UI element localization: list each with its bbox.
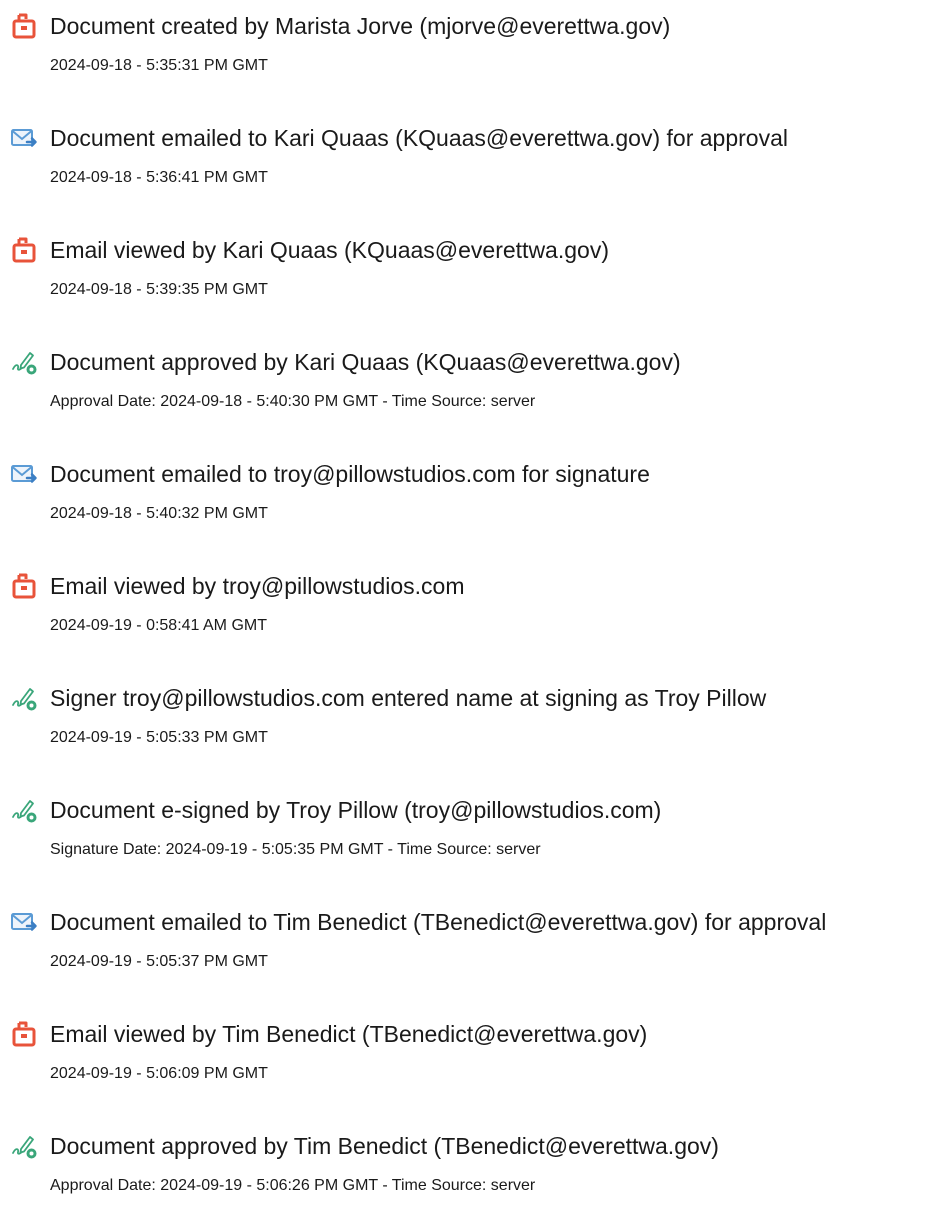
history-event: Document approved by Tim Benedict (TBene… (0, 1120, 951, 1200)
history-event: Document emailed to Kari Quaas (KQuaas@e… (0, 112, 951, 192)
history-event: Document created by Marista Jorve (mjorv… (0, 0, 951, 80)
history-event: Signer troy@pillowstudios.com entered na… (0, 672, 951, 752)
signature-pen-icon (10, 684, 38, 712)
signature-pen-icon (10, 1132, 38, 1160)
event-timestamp: 2024-09-19 - 5:06:09 PM GMT (50, 1065, 268, 1082)
history-event: Document emailed to Tim Benedict (TBened… (0, 896, 951, 976)
document-viewed-icon (10, 572, 38, 600)
email-sent-icon (10, 124, 38, 152)
document-created-icon (10, 12, 38, 40)
history-event: Document e-signed by Troy Pillow (troy@p… (0, 784, 951, 864)
event-timestamp: 2024-09-18 - 5:35:31 PM GMT (50, 57, 268, 74)
event-title: Document created by Marista Jorve (mjorv… (50, 13, 671, 39)
event-title: Document approved by Tim Benedict (TBene… (50, 1133, 719, 1159)
history-event: Email viewed by Tim Benedict (TBenedict@… (0, 1008, 951, 1088)
event-timestamp: 2024-09-19 - 5:05:33 PM GMT (50, 729, 268, 746)
event-title: Document emailed to Kari Quaas (KQuaas@e… (50, 125, 788, 151)
event-timestamp: 2024-09-18 - 5:36:41 PM GMT (50, 169, 268, 186)
event-timestamp: 2024-09-18 - 5:39:35 PM GMT (50, 281, 268, 298)
document-viewed-icon (10, 1020, 38, 1048)
event-title: Document approved by Kari Quaas (KQuaas@… (50, 349, 681, 375)
event-title: Email viewed by Tim Benedict (TBenedict@… (50, 1021, 648, 1047)
event-title: Signer troy@pillowstudios.com entered na… (50, 685, 767, 711)
event-timestamp: 2024-09-18 - 5:40:32 PM GMT (50, 505, 268, 522)
document-viewed-icon (10, 236, 38, 264)
email-sent-icon (10, 460, 38, 488)
history-event: Email viewed by troy@pillowstudios.com 2… (0, 560, 951, 640)
event-title: Document emailed to troy@pillowstudios.c… (50, 461, 650, 487)
signature-pen-icon (10, 796, 38, 824)
event-title: Document e-signed by Troy Pillow (troy@p… (50, 797, 662, 823)
history-event: Document emailed to troy@pillowstudios.c… (0, 448, 951, 528)
event-timestamp: Signature Date: 2024-09-19 - 5:05:35 PM … (50, 841, 541, 858)
email-sent-icon (10, 908, 38, 936)
event-title: Document emailed to Tim Benedict (TBened… (50, 909, 827, 935)
signature-pen-icon (10, 348, 38, 376)
event-title: Email viewed by Kari Quaas (KQuaas@evere… (50, 237, 609, 263)
history-event: Document approved by Kari Quaas (KQuaas@… (0, 336, 951, 416)
event-timestamp: Approval Date: 2024-09-19 - 5:06:26 PM G… (50, 1177, 536, 1194)
event-title: Email viewed by troy@pillowstudios.com (50, 573, 465, 599)
history-event: Email viewed by Kari Quaas (KQuaas@evere… (0, 224, 951, 304)
event-timestamp: 2024-09-19 - 0:58:41 AM GMT (50, 617, 267, 634)
event-timestamp: Approval Date: 2024-09-18 - 5:40:30 PM G… (50, 393, 536, 410)
event-timestamp: 2024-09-19 - 5:05:37 PM GMT (50, 953, 268, 970)
